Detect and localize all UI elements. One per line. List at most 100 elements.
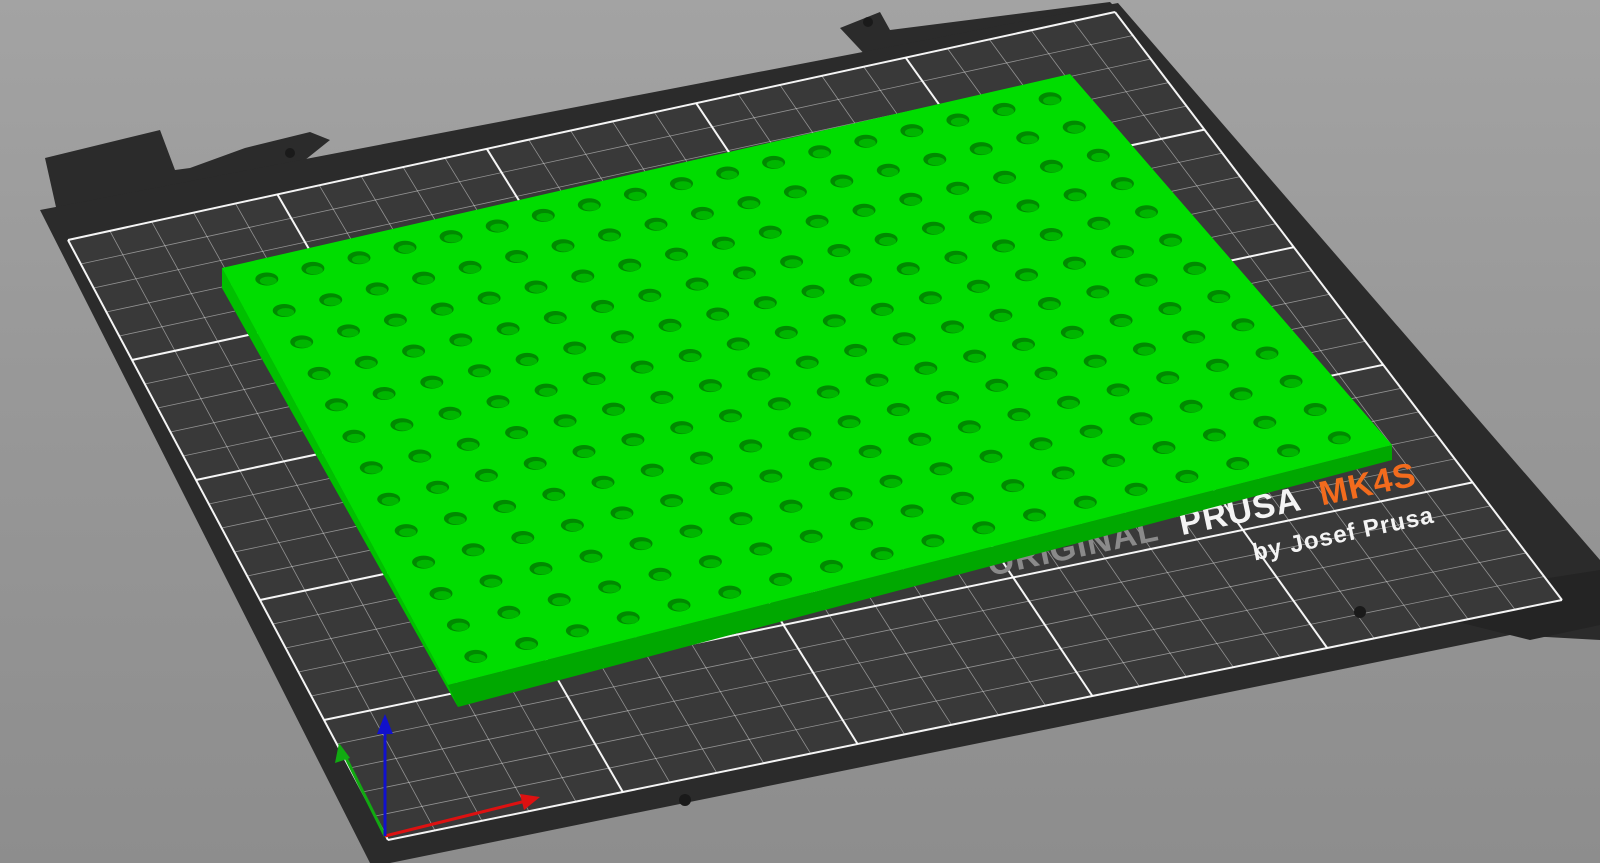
model-hole-shade — [412, 453, 430, 462]
model-hole-shade — [448, 516, 466, 525]
model-hole-shade — [827, 318, 845, 327]
model-hole-shade — [1207, 432, 1225, 441]
model-hole-shade — [1210, 362, 1228, 372]
model-hole-shade — [602, 232, 620, 241]
model-hole-shade — [731, 341, 749, 350]
model-hole-shade — [519, 641, 537, 650]
model-hole-shade — [884, 478, 901, 488]
model-hole-shade — [1078, 499, 1096, 509]
model-hole-shade — [654, 394, 672, 404]
model-hole-shade — [1129, 486, 1147, 496]
model-hole-shade — [468, 654, 486, 663]
model-hole-shade — [534, 566, 551, 575]
model-hole-shade — [520, 357, 538, 366]
model-hole-shade — [897, 336, 915, 345]
model-hole-shade — [1257, 419, 1275, 429]
model-hole-shade — [536, 213, 554, 222]
model-hole-shade — [424, 379, 442, 389]
model-hole-shade — [927, 157, 945, 166]
model-hole-shade — [1111, 387, 1129, 396]
model-hole-shade — [1067, 124, 1085, 134]
model-hole-shade — [1091, 220, 1109, 230]
model-hole-shade — [515, 535, 533, 544]
model-hole-shade — [1115, 249, 1133, 258]
model-hole-shade — [625, 437, 643, 446]
model-hole-shade — [529, 284, 546, 293]
model-hole-shade — [858, 138, 876, 148]
model-hole-shade — [1179, 474, 1197, 483]
model-hole-shade — [950, 117, 968, 127]
bed-screw-hole — [863, 17, 873, 27]
model-hole-shade — [918, 365, 936, 375]
model-hole-shade — [556, 243, 573, 252]
model-hole-shade — [996, 243, 1014, 252]
model-hole-shade — [364, 465, 382, 474]
model-hole-shade — [967, 353, 985, 363]
model-hole-shade — [903, 196, 921, 206]
model-hole-shade — [857, 207, 874, 217]
model-hole-shade — [606, 406, 624, 416]
model-hole-shade — [461, 441, 479, 451]
model-hole-shade — [870, 377, 887, 386]
model-hole-shade — [577, 449, 594, 458]
model-hole-shade — [1137, 346, 1155, 355]
model-hole-shade — [879, 237, 897, 246]
model-hole-shade — [806, 288, 823, 298]
model-hole-shade — [484, 578, 501, 587]
model-hole-shade — [912, 436, 930, 446]
model-hole-shade — [398, 244, 415, 254]
model-hole-shade — [430, 484, 448, 494]
model-hole-shade — [834, 178, 852, 187]
model-hole-shade — [1162, 306, 1180, 315]
model-hole-shade — [695, 211, 713, 220]
model-hole-shade — [1027, 512, 1045, 521]
model-hole-shade — [435, 306, 453, 315]
model-hole-shade — [779, 330, 797, 339]
model-hole-shade — [497, 504, 515, 513]
model-hole-shade — [1056, 470, 1074, 479]
model-hole-shade — [1090, 289, 1108, 298]
model-hole-shade — [649, 221, 666, 231]
model-hole-shade — [923, 295, 941, 304]
model-hole-shade — [341, 328, 359, 337]
model-hole-shade — [669, 251, 687, 261]
model-hole-shade — [567, 345, 585, 354]
model-hole-shade — [628, 191, 646, 201]
model-hole-shade — [674, 425, 692, 434]
model-hole-shade — [800, 359, 818, 369]
3d-viewport[interactable]: ORIGINAL PRUSA MK4S by Josef Prusa — [0, 0, 1600, 863]
model-hole-shade — [312, 371, 330, 380]
model-hole-shade — [848, 348, 866, 357]
3d-scene[interactable]: ORIGINAL PRUSA MK4S by Josef Prusa — [0, 0, 1600, 863]
model-hole-shade — [753, 546, 771, 555]
model-hole-shade — [1044, 232, 1062, 241]
model-hole-shade — [615, 510, 632, 519]
model-hole-shade — [722, 589, 740, 599]
model-hole-shade — [824, 564, 842, 573]
model-hole-shade — [539, 387, 557, 397]
model-hole-shade — [463, 264, 481, 274]
model-hole-shade — [974, 146, 992, 155]
model-hole-shade — [434, 591, 451, 600]
model-hole-shade — [758, 300, 776, 309]
model-hole-shade — [305, 266, 323, 275]
model-hole-shade — [672, 602, 689, 611]
model-hole-shade — [509, 254, 527, 263]
model-hole-shade — [528, 461, 546, 470]
model-hole-shade — [1068, 192, 1086, 201]
model-hole-shade — [565, 522, 583, 532]
model-hole-shade — [642, 292, 660, 302]
model-hole-shade — [1088, 358, 1106, 368]
model-hole-shade — [784, 503, 801, 513]
model-hole-shade — [1260, 350, 1277, 359]
model-hole-shade — [716, 240, 734, 250]
model-hole-shade — [734, 516, 751, 525]
model-hole-shade — [1235, 322, 1253, 331]
model-hole-shade — [720, 170, 738, 179]
model-hole-shade — [621, 615, 639, 624]
model-hole-shade — [948, 254, 966, 264]
model-hole-shade — [1114, 318, 1132, 327]
model-hole-shade — [976, 525, 994, 534]
model-hole-shade — [635, 364, 653, 373]
model-hole-shade — [940, 395, 958, 404]
